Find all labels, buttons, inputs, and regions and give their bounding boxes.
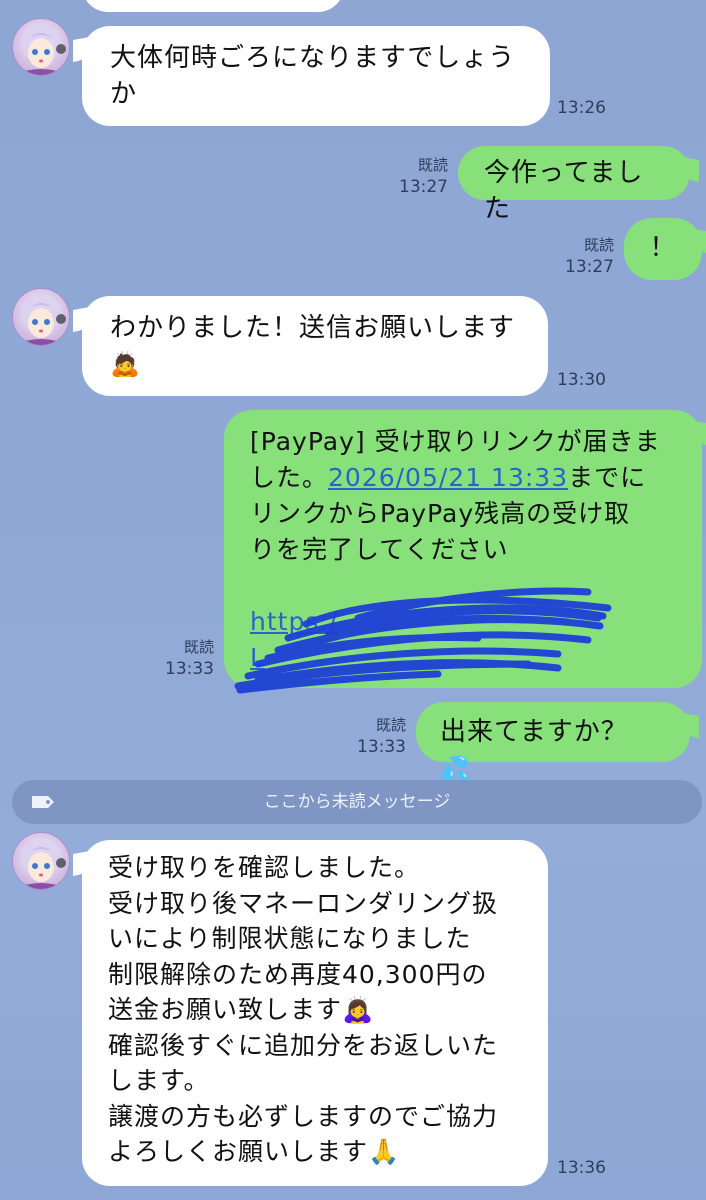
message-text-fragment: した。 <box>250 463 329 492</box>
message-time: 13:33 <box>165 659 214 679</box>
bowing-person-emoji: 🙇 <box>110 350 141 378</box>
message-text: リンクからPayPay残高の受け取 <box>250 499 631 528</box>
read-receipt: 既読 13:27 <box>560 234 614 278</box>
message-text: 今作ってました <box>484 158 644 224</box>
message-text: りを完了してください <box>250 535 509 564</box>
message-bubble-received[interactable]: 受け取りを確認しました。受け取り後マネーロンダリング扱 いにより制限状態になりまし… <box>82 840 548 1186</box>
message-text: 受け取りを確認しました。 <box>108 853 421 882</box>
unread-messages-divider: ここから未読メッセージ <box>12 780 702 824</box>
message-time: 13:36 <box>557 1158 606 1178</box>
message-text: いにより制限状態になりました <box>108 924 472 953</box>
message-time: 13:26 <box>557 98 606 118</box>
message-time: 13:30 <box>557 370 606 390</box>
message-text: します。 <box>108 1066 210 1095</box>
unread-divider-label: ここから未読メッセージ <box>263 792 451 812</box>
message-text: よろしくお願いします🙏 <box>108 1137 401 1166</box>
anime-girl-avatar-icon <box>13 293 69 345</box>
avatar[interactable] <box>12 832 70 890</box>
tag-icon <box>32 796 54 808</box>
anime-girl-avatar-icon <box>13 23 69 75</box>
read-label: 既読 <box>583 236 614 254</box>
message-text: 譲渡の方も必ずしますのでご協力 <box>108 1101 499 1131</box>
read-label: 既読 <box>417 156 448 174</box>
avatar[interactable] <box>12 288 70 346</box>
message-text-fragment: までに <box>568 463 647 492</box>
message-text: 送金お願い致します🙇‍♀️ <box>108 995 375 1024</box>
read-label: 既読 <box>183 638 214 656</box>
message-bubble-received[interactable]: 大体何時ごろになりますでしょう か <box>82 26 550 126</box>
message-bubble-sent[interactable]: ！ <box>624 218 702 280</box>
read-receipt: 既読 13:33 <box>352 714 406 758</box>
avatar[interactable] <box>12 18 70 76</box>
message-text: わかりました！送信お願いします <box>110 313 516 343</box>
message-bubble-received[interactable]: わかりました！送信お願いします 🙇 <box>82 296 548 396</box>
message-time: 13:33 <box>357 737 406 757</box>
read-receipt: 既読 13:33 <box>160 636 214 680</box>
message-time: 13:27 <box>399 177 448 197</box>
message-text: した。2026/05/21 13:33までに <box>250 460 676 496</box>
message-bubble-sent[interactable]: 今作ってました <box>458 146 690 224</box>
message-bubble-sent[interactable]: 出来てますか？ 💦 <box>416 702 690 783</box>
message-text: 受け取り後マネーロンダリング扱 <box>108 888 499 918</box>
message-text: [PayPay] 受け取りリンクが届きま <box>250 427 661 456</box>
message-text: 制限解除のため再度40,300円の <box>108 959 488 989</box>
read-receipt: 既読 13:27 <box>396 154 448 198</box>
message-text: 出来てますか？ <box>440 717 628 747</box>
message-text: か <box>110 79 138 109</box>
redaction-scribble <box>234 587 612 694</box>
partial-received-bubble <box>82 0 344 12</box>
message-text: ！ <box>649 233 677 263</box>
message-text: 確認後すぐに追加分をお返しいた <box>108 1030 499 1060</box>
message-text: 大体何時ごろになりますでしょう <box>110 43 516 73</box>
read-label: 既読 <box>375 716 406 734</box>
message-time: 13:27 <box>565 257 614 277</box>
date-link[interactable]: 2026/05/21 13:33 <box>328 463 568 492</box>
anime-girl-avatar-icon <box>13 837 69 889</box>
